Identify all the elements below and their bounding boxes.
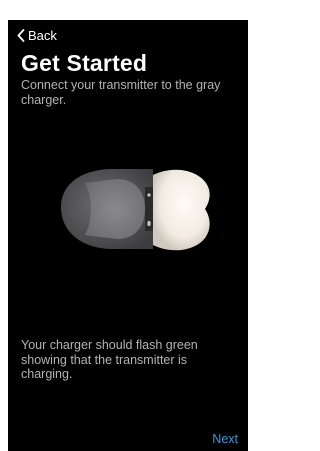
transmitter-on-charger-illustration [53, 163, 213, 257]
charging-note: Your charger should flash green showing … [21, 338, 198, 381]
page-title: Get Started [21, 50, 148, 76]
page-subtitle: Connect your transmitter to the gray cha… [21, 78, 221, 107]
transmitter-pod [153, 169, 210, 251]
chevron-left-icon [17, 29, 25, 42]
transmitter-on-charger-icon [61, 169, 210, 251]
back-label: Back [28, 28, 57, 43]
back-button[interactable]: Back [17, 28, 57, 43]
charger-inset [85, 179, 145, 239]
setup-screen: Back Get Started Connect your transmitte… [8, 20, 248, 451]
next-button[interactable]: Next [212, 432, 238, 446]
